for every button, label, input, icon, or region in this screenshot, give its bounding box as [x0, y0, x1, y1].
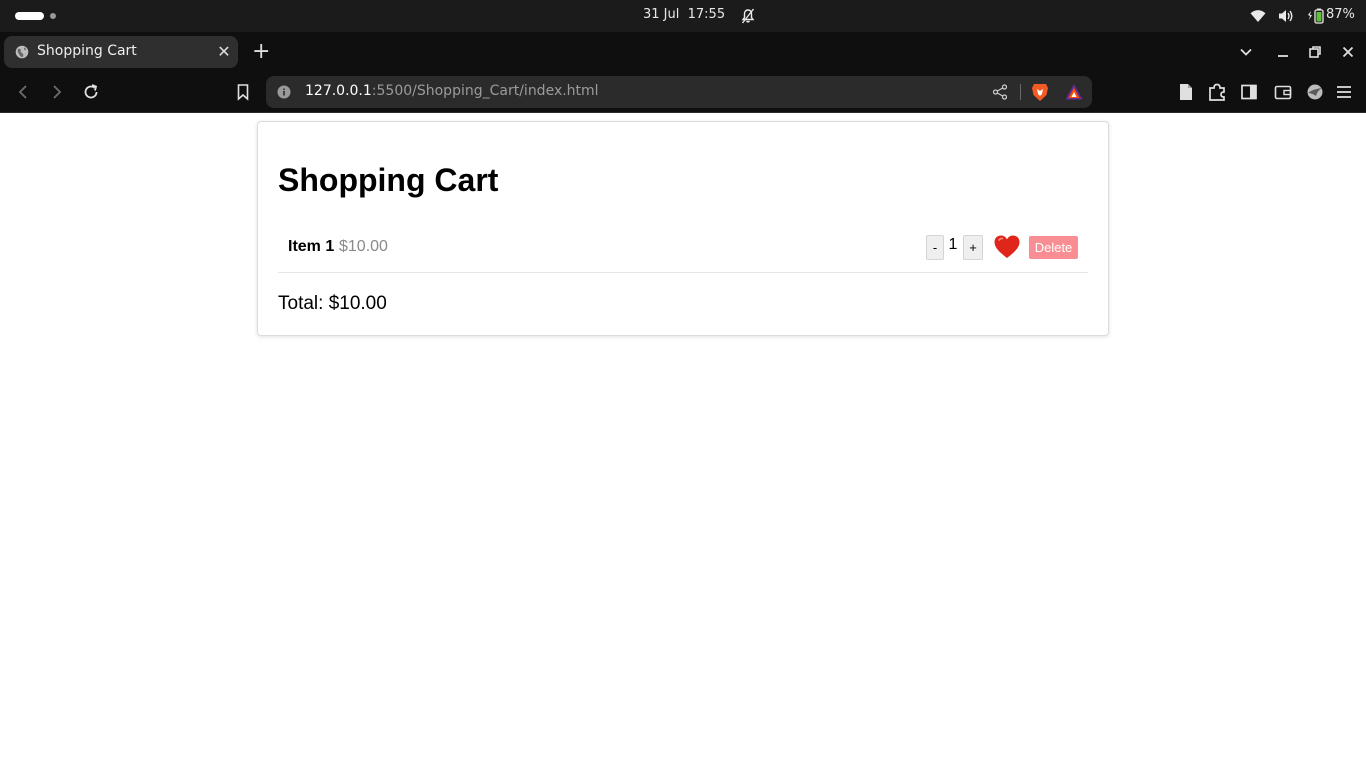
item-name: Item 1	[288, 238, 335, 255]
forward-icon[interactable]	[47, 82, 67, 102]
cart-item-row: Item 1 $10.00 - 1 + Delete	[278, 226, 1088, 273]
address-path: :5500/Shopping_Cart/index.html	[371, 83, 599, 99]
wallet-icon[interactable]	[1273, 82, 1293, 102]
tab-list-chevron-down-icon[interactable]	[1236, 42, 1256, 62]
browser-toolbar: 127.0.0.1:5500/Shopping_Cart/index.html	[0, 72, 1366, 113]
address-divider	[1020, 84, 1021, 100]
browser-tab-strip: Shopping Cart ✕ +	[0, 32, 1366, 72]
share-icon[interactable]	[992, 84, 1008, 100]
os-date: 31 Jul	[643, 7, 680, 22]
page-viewport: Shopping Cart Item 1 $10.00 - 1 + Delete…	[0, 113, 1366, 768]
address-url[interactable]: 127.0.0.1:5500/Shopping_Cart/index.html	[305, 83, 599, 99]
vpn-icon[interactable]	[1305, 82, 1325, 102]
minimize-icon[interactable]	[1273, 42, 1293, 62]
tab-title: Shopping Cart	[37, 43, 137, 59]
volume-icon[interactable]	[1278, 8, 1294, 24]
site-info-icon[interactable]	[277, 85, 291, 99]
reader-mode-icon[interactable]	[1176, 82, 1196, 102]
close-tab-icon[interactable]: ✕	[216, 44, 232, 60]
address-bar[interactable]: 127.0.0.1:5500/Shopping_Cart/index.html	[266, 76, 1092, 108]
notifications-muted-icon[interactable]	[741, 8, 755, 24]
battery-percentage: 87%	[1326, 7, 1355, 22]
globe-icon	[15, 45, 29, 59]
brave-rewards-icon[interactable]	[1065, 83, 1083, 101]
os-clock[interactable]: 31 Jul 17:55	[643, 7, 725, 22]
wifi-icon[interactable]	[1250, 9, 1266, 23]
new-tab-icon[interactable]: +	[252, 41, 270, 63]
sidebar-icon[interactable]	[1239, 82, 1259, 102]
workspace-indicator[interactable]	[50, 13, 56, 19]
close-window-icon[interactable]	[1338, 42, 1358, 62]
page-title: Shopping Cart	[278, 162, 499, 198]
decrement-quantity-button[interactable]: -	[926, 235, 944, 260]
extensions-icon[interactable]	[1207, 82, 1227, 102]
menu-icon[interactable]	[1334, 82, 1354, 102]
heart-icon[interactable]	[992, 232, 1022, 262]
brave-shields-icon[interactable]	[1031, 82, 1049, 102]
reload-icon[interactable]	[81, 82, 101, 102]
browser-tab[interactable]: Shopping Cart ✕	[4, 36, 238, 68]
back-icon[interactable]	[13, 82, 33, 102]
cart-total: Total: $10.00	[278, 293, 387, 314]
address-host: 127.0.0.1	[305, 83, 372, 99]
delete-button[interactable]: Delete	[1029, 236, 1078, 259]
workspace-indicator-active[interactable]	[15, 12, 44, 20]
os-time: 17:55	[687, 7, 726, 22]
bookmark-icon[interactable]	[233, 82, 253, 102]
item-price: $10.00	[339, 238, 388, 255]
battery-icon[interactable]	[1306, 7, 1326, 25]
increment-quantity-button[interactable]: +	[963, 235, 983, 260]
os-top-bar: 31 Jul 17:55 87%	[0, 0, 1366, 32]
item-quantity: 1	[948, 236, 958, 253]
shopping-cart-card: Shopping Cart Item 1 $10.00 - 1 + Delete…	[257, 121, 1109, 336]
restore-icon[interactable]	[1305, 42, 1325, 62]
